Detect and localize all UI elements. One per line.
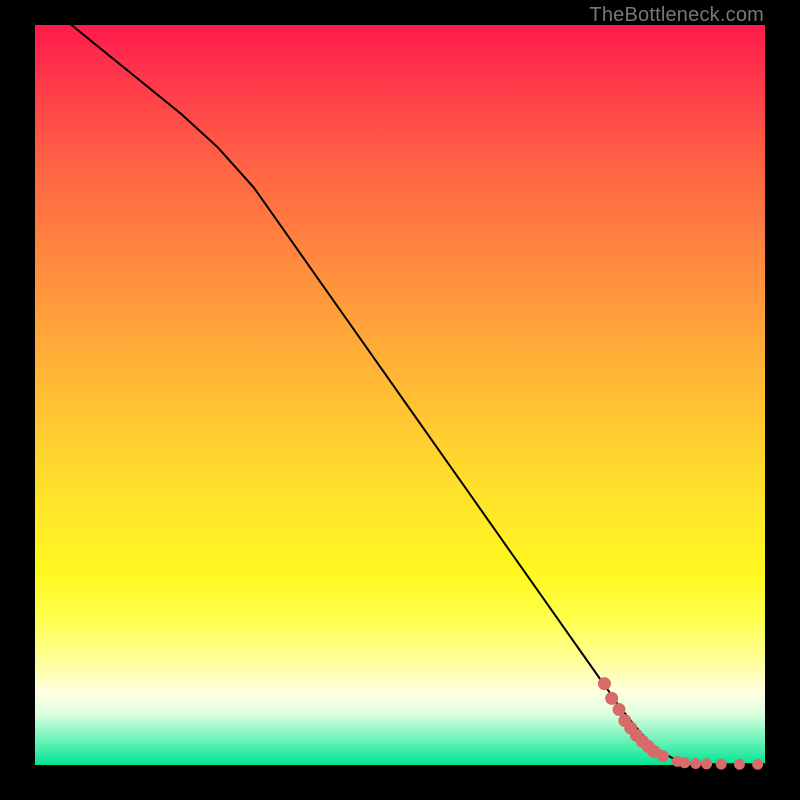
chart-frame: TheBottleneck.com xyxy=(0,0,800,800)
data-point xyxy=(598,678,610,690)
data-point xyxy=(753,759,763,769)
data-point xyxy=(702,759,712,769)
line-series xyxy=(72,25,766,764)
bottleneck-curve xyxy=(72,25,766,764)
data-point xyxy=(606,692,618,704)
data-point xyxy=(691,759,701,769)
plot-area xyxy=(35,25,765,765)
scatter-series xyxy=(598,678,762,770)
data-point xyxy=(716,759,726,769)
data-point xyxy=(734,759,744,769)
chart-svg xyxy=(35,25,765,765)
watermark-text: TheBottleneck.com xyxy=(589,4,764,27)
data-point xyxy=(680,758,690,768)
data-point xyxy=(613,704,625,716)
data-point xyxy=(657,751,668,762)
